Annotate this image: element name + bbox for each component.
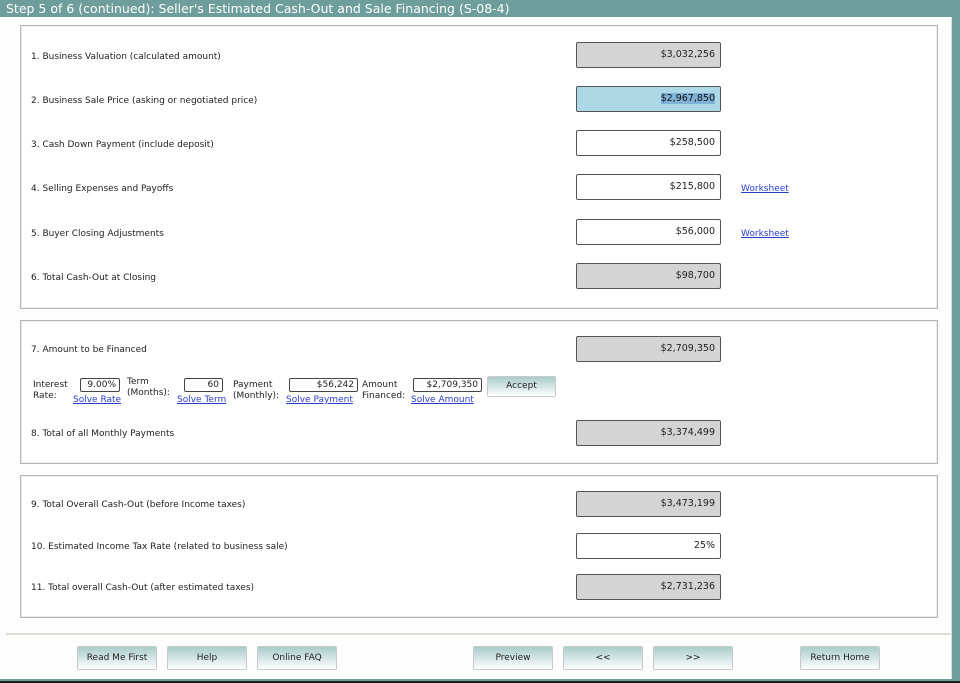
income-tax-rate-label: 10. Estimated Income Tax Rate (related t… xyxy=(31,542,288,552)
business-valuation-label: 1. Business Valuation (calculated amount… xyxy=(31,52,221,62)
amount-label: Amount Financed: xyxy=(362,380,405,402)
total-cash-out-field: $98,700 xyxy=(576,263,721,289)
amount-financed-field: $2,709,350 xyxy=(576,336,721,362)
footer-divider xyxy=(6,633,951,635)
sale-price-label: 2. Business Sale Price (asking or negoti… xyxy=(31,96,258,106)
overall-cash-out-after-tax-field: $2,731,236 xyxy=(576,574,721,600)
closing-adjustments-worksheet-link[interactable]: Worksheet xyxy=(741,229,789,239)
preview-button[interactable]: Preview xyxy=(473,646,553,670)
selling-expenses-label: 4. Selling Expenses and Payoffs xyxy=(31,184,174,194)
solve-term-link[interactable]: Solve Term xyxy=(177,395,226,405)
next-button[interactable]: >> xyxy=(653,646,733,670)
overall-cash-out-before-tax-label: 9. Total Overall Cash-Out (before Income… xyxy=(31,500,246,510)
solve-amount-link[interactable]: Solve Amount xyxy=(411,395,474,405)
payment-label: Payment (Monthly): xyxy=(233,380,279,402)
read-me-first-button[interactable]: Read Me First xyxy=(77,646,157,670)
total-payments-field: $3,374,499 xyxy=(576,420,721,446)
sale-price-value: $2,967,850 xyxy=(660,93,715,104)
sale-price-input[interactable]: $2,967,850 xyxy=(576,86,721,112)
selling-expenses-worksheet-link[interactable]: Worksheet xyxy=(741,184,789,194)
back-button[interactable]: << xyxy=(563,646,643,670)
term-label-line2: (Months): xyxy=(127,388,170,398)
closing-adjustments-input[interactable]: $56,000 xyxy=(576,219,721,245)
total-cash-out-label: 6. Total Cash-Out at Closing xyxy=(31,273,156,283)
closing-adjustments-label: 5. Buyer Closing Adjustments xyxy=(31,229,164,239)
solve-payment-link[interactable]: Solve Payment xyxy=(286,395,353,405)
overall-cash-out-before-tax-field: $3,473,199 xyxy=(576,491,721,517)
overall-cash-out-panel: 9. Total Overall Cash-Out (before Income… xyxy=(20,475,938,618)
accept-button[interactable]: Accept xyxy=(487,376,556,397)
down-payment-input[interactable]: $258,500 xyxy=(576,130,721,156)
term-label: Term (Months): xyxy=(127,377,170,399)
term-input[interactable]: 60 xyxy=(184,378,223,392)
business-valuation-field: $3,032,256 xyxy=(576,42,721,68)
content-area: 1. Business Valuation (calculated amount… xyxy=(0,17,952,679)
return-home-button[interactable]: Return Home xyxy=(800,646,880,670)
income-tax-rate-input[interactable]: 25% xyxy=(576,533,721,559)
window-title: Step 5 of 6 (continued): Seller's Estima… xyxy=(6,1,510,16)
interest-rate-input[interactable]: 9.00% xyxy=(80,378,120,392)
solve-rate-link[interactable]: Solve Rate xyxy=(73,395,121,405)
term-label-line1: Term xyxy=(127,377,149,387)
amount-input[interactable]: $2,709,350 xyxy=(413,378,482,392)
down-payment-label: 3. Cash Down Payment (include deposit) xyxy=(31,140,214,150)
payment-input[interactable]: $56,242 xyxy=(289,378,358,392)
amount-label-line2: Financed: xyxy=(362,391,406,401)
help-button[interactable]: Help xyxy=(167,646,247,670)
payment-label-line2: (Monthly): xyxy=(233,391,280,401)
amount-label-line1: Amount xyxy=(362,380,398,390)
interest-rate-label-line1: Interest xyxy=(33,380,68,390)
interest-rate-label-line2: Rate: xyxy=(33,391,57,401)
overall-cash-out-after-tax-label: 11. Total overall Cash-Out (after estima… xyxy=(31,583,255,593)
amount-financed-label: 7. Amount to be Financed xyxy=(31,345,147,355)
app-window: Step 5 of 6 (continued): Seller's Estima… xyxy=(0,0,960,681)
online-faq-button[interactable]: Online FAQ xyxy=(257,646,337,670)
cash-out-panel: 1. Business Valuation (calculated amount… xyxy=(20,25,938,309)
selling-expenses-input[interactable]: $215,800 xyxy=(576,174,721,200)
total-payments-label: 8. Total of all Monthly Payments xyxy=(31,429,175,439)
interest-rate-label: Interest Rate: xyxy=(33,380,68,402)
financing-panel: 7. Amount to be Financed $2,709,350 Inte… xyxy=(20,320,938,464)
payment-label-line1: Payment xyxy=(233,380,273,390)
